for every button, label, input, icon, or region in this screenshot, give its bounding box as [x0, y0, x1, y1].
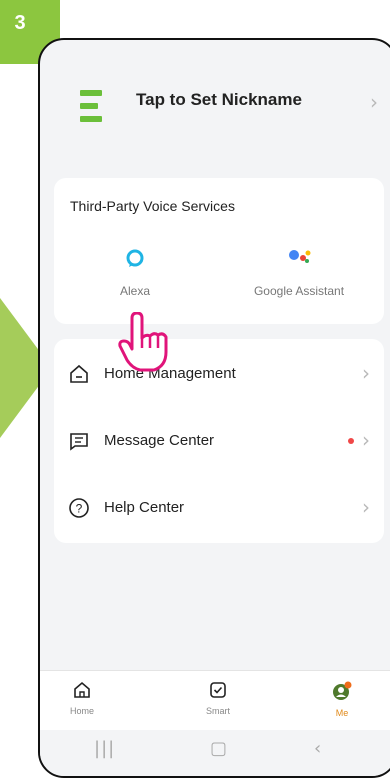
google-assistant-service[interactable]: Google Assistant [234, 178, 364, 324]
menu-item-label: Help Center [104, 499, 185, 516]
home-tab-icon [74, 681, 90, 698]
nickname-label: Tap to Set Nickname [136, 90, 302, 109]
tab-label: Me [335, 708, 349, 718]
message-icon [70, 433, 88, 451]
house-icon [70, 364, 88, 383]
chevron-right-icon: › [362, 361, 370, 385]
home-nav-icon[interactable]: ▢ [210, 738, 227, 759]
chevron-right-icon: › [362, 495, 370, 519]
me-tab-icon [333, 681, 352, 700]
menu-item-home-management[interactable]: Home Management › [54, 345, 384, 401]
google-assistant-label: Google Assistant [253, 284, 345, 298]
app-logo-icon [80, 90, 102, 122]
chevron-right-icon: › [370, 90, 378, 114]
tab-label: Home [69, 706, 94, 716]
system-nav-bar: ||| ▢ ‹ [40, 730, 390, 776]
smart-tab-icon [210, 682, 226, 698]
google-assistant-icon [289, 250, 311, 263]
alexa-service[interactable]: Alexa [70, 178, 200, 324]
menu-item-help-center[interactable]: ? Help Center › [54, 479, 384, 535]
tab-home[interactable]: Home [42, 681, 122, 716]
back-icon[interactable]: ‹ [314, 738, 321, 759]
tab-me[interactable]: Me [302, 681, 382, 718]
unread-dot [348, 438, 354, 444]
status-bar [336, 40, 376, 44]
menu-card: Home Management › Message Center › ? Hel… [54, 339, 384, 543]
voice-services-card: Third-Party Voice Services Alexa Google … [54, 178, 384, 324]
pointing-hand-icon [118, 312, 168, 372]
profile-header[interactable]: Tap to Set Nickname › [40, 80, 390, 130]
menu-item-message-center[interactable]: Message Center › [54, 412, 384, 468]
recent-apps-icon[interactable]: ||| [94, 738, 115, 759]
alexa-label: Alexa [119, 284, 151, 298]
bottom-tab-bar: Home Smart Me [40, 670, 390, 731]
tab-smart[interactable]: Smart [178, 681, 258, 716]
alexa-icon [126, 249, 144, 267]
svg-text:?: ? [76, 502, 83, 516]
step-number: 3 [14, 12, 26, 34]
tab-label: Smart [205, 706, 230, 716]
help-icon: ? [69, 498, 89, 518]
phone-frame: Tap to Set Nickname › Third-Party Voice … [38, 38, 390, 778]
chevron-right-icon: › [362, 428, 370, 452]
menu-item-label: Message Center [104, 432, 215, 449]
